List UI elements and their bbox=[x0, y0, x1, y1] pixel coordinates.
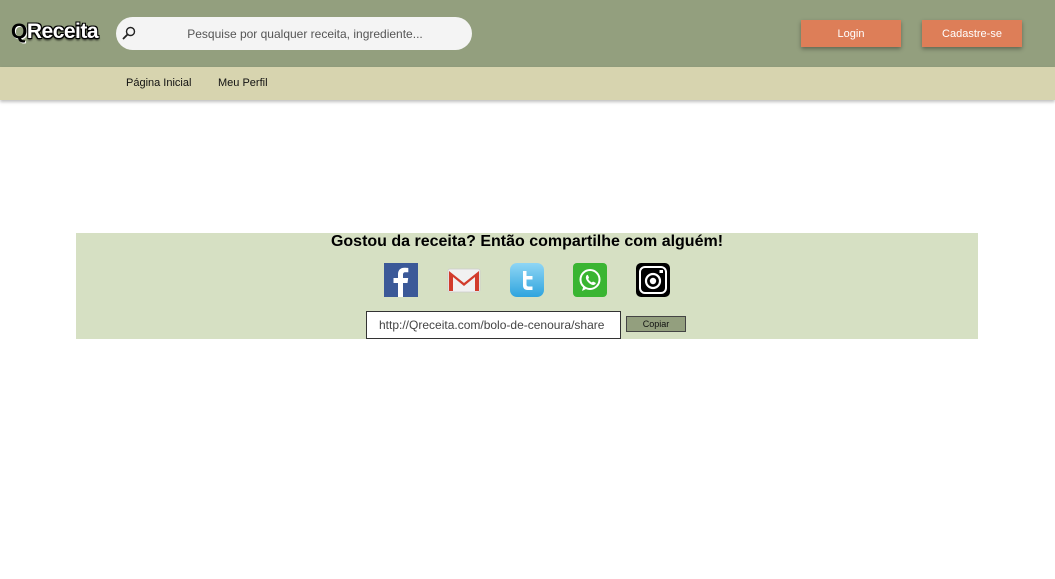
gmail-icon[interactable] bbox=[447, 263, 481, 297]
site-logo[interactable]: QReceita bbox=[11, 20, 99, 44]
twitter-icon[interactable] bbox=[510, 263, 544, 297]
share-panel: Gostou da receita? Então compartilhe com… bbox=[76, 233, 978, 339]
facebook-icon[interactable] bbox=[384, 263, 418, 297]
top-header: QReceita Login Cadastre-se bbox=[0, 0, 1055, 67]
login-button[interactable]: Login bbox=[801, 20, 901, 47]
logo-text: Receita bbox=[26, 20, 99, 43]
nav-item-home[interactable]: Página Inicial bbox=[126, 77, 191, 89]
logo-q: Q bbox=[11, 20, 27, 43]
search-input[interactable] bbox=[146, 17, 464, 50]
share-link-field[interactable] bbox=[366, 311, 621, 339]
search-icon[interactable] bbox=[121, 25, 137, 41]
nav-item-profile[interactable]: Meu Perfil bbox=[218, 77, 268, 89]
whatsapp-icon[interactable] bbox=[573, 263, 607, 297]
copy-button[interactable]: Copiar bbox=[626, 316, 686, 332]
signup-button[interactable]: Cadastre-se bbox=[922, 20, 1022, 47]
nav-bar: Página Inicial Meu Perfil bbox=[0, 67, 1055, 100]
instagram-icon[interactable] bbox=[636, 263, 670, 297]
share-title: Gostou da receita? Então compartilhe com… bbox=[330, 233, 724, 250]
search-bar bbox=[116, 17, 472, 50]
